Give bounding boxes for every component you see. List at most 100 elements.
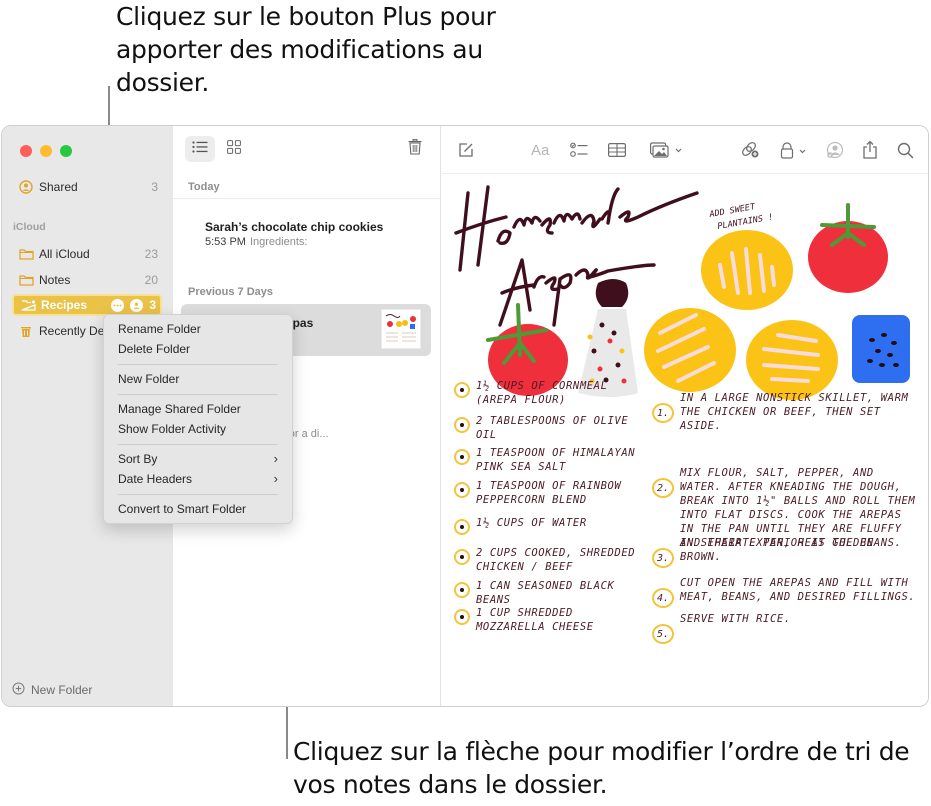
menu-separator [118, 444, 278, 445]
editor-toolbar: Aa [442, 126, 928, 174]
note-thumbnail [381, 309, 421, 349]
sidebar-item-all-icloud[interactable]: All iCloud 23 [12, 243, 162, 265]
sidebar-item-count: 3 [151, 180, 158, 194]
step-number: 3. [652, 548, 674, 568]
ingredient-item: 1½ cups of water [476, 517, 587, 529]
menu-item-manage-shared-folder[interactable]: Manage Shared Folder [104, 399, 292, 419]
delete-note-button[interactable] [400, 136, 430, 162]
menu-item-rename-folder[interactable]: Rename Folder [104, 319, 292, 339]
new-folder-button[interactable]: New Folder [12, 682, 92, 698]
sidebar-item-label: All iCloud [39, 247, 90, 261]
lock-icon [780, 141, 806, 159]
note-item[interactable]: Sarah’s chocolate chip cookies 5:53 PM In… [181, 220, 431, 248]
menu-separator [118, 494, 278, 495]
menu-item-label: Show Folder Activity [118, 422, 227, 436]
callout-sort-arrow: Cliquez sur la flèche pour modifier l’or… [293, 737, 910, 799]
arepa-middle-icon [644, 308, 736, 392]
handwritten-note-canvas[interactable]: ADD SWEET PLANTAINS ! 1½ CUPS OF CORNMEA… [442, 175, 928, 706]
sidebar-item-count: 23 [144, 247, 158, 261]
close-window-button[interactable] [20, 145, 32, 157]
menu-item-label: Sort By [118, 452, 158, 466]
note-meta: 5:53 PM Ingredients: [205, 236, 431, 248]
bullet-icon [454, 482, 470, 498]
more-options-button[interactable] [111, 298, 125, 312]
sidebar-item-label: Notes [39, 273, 71, 287]
sidebar-item-label: Shared [39, 180, 78, 194]
collaborate-button[interactable] [740, 140, 760, 160]
ingredient-item: 1 teaspoon of rainbow peppercorn blend [476, 480, 622, 506]
collaborate-icon [742, 142, 759, 158]
table-icon [608, 143, 626, 157]
step-text: Cut open the arepas and fill with meat, … [680, 577, 916, 603]
sidebar-item-shared[interactable]: Shared 3 [12, 176, 162, 198]
folder-icon [18, 247, 34, 261]
arepa-top-icon [701, 230, 793, 310]
menu-item-delete-folder[interactable]: Delete Folder [104, 339, 292, 359]
sidebar-item-recipes[interactable]: Recipes 3 [12, 294, 162, 316]
sidebar-item-count: 20 [144, 273, 158, 287]
group-header-today: Today [188, 181, 220, 193]
trash-icon [408, 138, 422, 160]
menu-item-label: New Folder [118, 372, 180, 386]
search-button[interactable] [897, 140, 914, 160]
menu-item-label: Convert to Smart Folder [118, 502, 247, 516]
menu-item-convert-to-smart-folder[interactable]: Convert to Smart Folder [104, 499, 292, 519]
gallery-view-button[interactable] [219, 136, 249, 162]
shared-activity-button[interactable] [825, 140, 845, 160]
menu-item-date-headers[interactable]: Date Headers › [104, 469, 292, 489]
chevron-right-icon[interactable]: › [274, 469, 278, 489]
menu-item-show-folder-activity[interactable]: Show Folder Activity [104, 419, 292, 439]
note-title: Sarah’s chocolate chip cookies [205, 220, 384, 234]
shared-activity-icon [826, 141, 844, 159]
zoom-window-button[interactable] [60, 145, 72, 157]
menu-item-new-folder[interactable]: New Folder [104, 369, 292, 389]
title-handwriting [454, 185, 699, 327]
media-button[interactable] [650, 140, 684, 160]
ingredient-item: 1 can seasoned black beans [476, 580, 615, 606]
table-button[interactable] [608, 140, 626, 160]
step-text: In a large nonstick skillet, warm the ch… [680, 392, 909, 432]
checklist-icon [570, 142, 588, 157]
lock-button[interactable] [780, 140, 810, 160]
bullet-icon [454, 609, 470, 625]
shared-folder-icon [20, 298, 36, 312]
bullet-icon [454, 382, 470, 398]
note-illustration: ADD SWEET PLANTAINS ! [454, 185, 910, 400]
folder-icon [18, 273, 34, 287]
notes-window: Shared 3 iCloud All iCloud 23 Notes 20 R… [1, 125, 929, 707]
sidebar-item-count: 3 [149, 298, 156, 312]
note-time: 5:53 PM [205, 236, 246, 248]
menu-item-sort-by[interactable]: Sort By › [104, 449, 292, 469]
compose-icon [459, 143, 473, 157]
share-button[interactable] [862, 140, 878, 160]
window-controls [20, 145, 72, 157]
trash-icon [18, 324, 34, 338]
step-text: In separate pan, heat the beans. [680, 537, 902, 549]
sidebar-item-notes[interactable]: Notes 20 [12, 269, 162, 291]
note-preview: Ingredients: [249, 236, 308, 248]
bullet-icon [454, 582, 470, 598]
step-number: 5. [652, 624, 674, 644]
format-button[interactable]: Aa [531, 140, 549, 160]
arepa-right-icon [746, 320, 838, 400]
ingredient-item: 1 cup shredded mozzarella cheese [476, 607, 594, 633]
list-view-button[interactable] [185, 136, 215, 162]
sidebar-section-icloud: iCloud [13, 221, 46, 233]
bullet-icon [454, 417, 470, 433]
bullet-icon [454, 519, 470, 535]
gallery-view-icon [227, 139, 241, 159]
folder-context-menu: Rename Folder Delete Folder New Folder Mana… [103, 314, 293, 524]
media-icon [650, 142, 682, 158]
step-number: 2. [652, 478, 674, 498]
plus-circle-icon [12, 682, 25, 698]
menu-separator [118, 394, 278, 395]
compose-button[interactable] [458, 140, 474, 160]
ingredient-item: 1½ cups of cornmeal (arepa flour) [476, 380, 608, 406]
sidebar-item-label: Recipes [41, 298, 88, 312]
checklist-button[interactable] [570, 140, 588, 160]
menu-item-label: Rename Folder [118, 322, 201, 336]
minimize-window-button[interactable] [40, 145, 52, 157]
aside-text: ADD SWEET PLANTAINS ! [708, 202, 774, 232]
step-number: 1. [652, 403, 674, 423]
chevron-right-icon[interactable]: › [274, 449, 278, 469]
